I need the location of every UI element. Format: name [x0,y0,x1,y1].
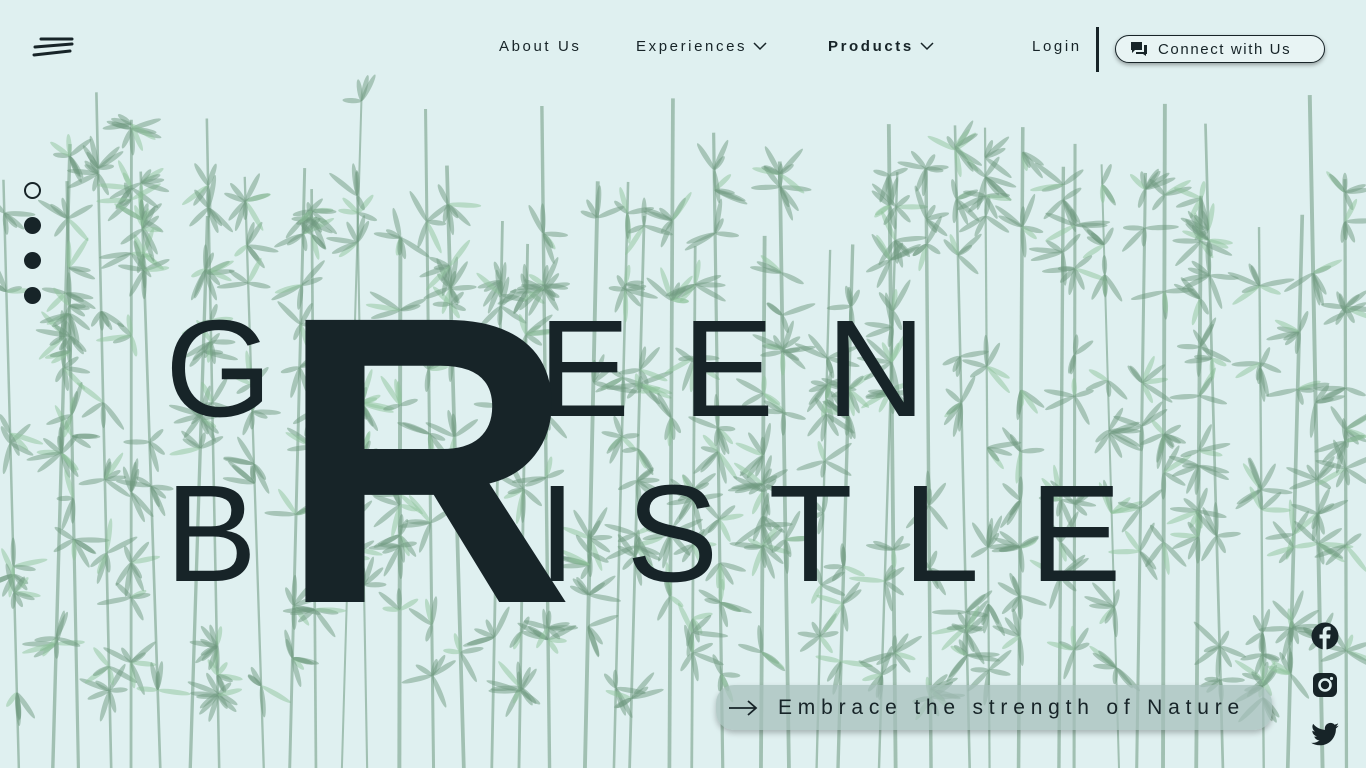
bamboo-leaf [1346,650,1366,668]
bamboo-leaf [1122,225,1145,231]
login-link[interactable]: Login [1032,38,1082,55]
nav-experiences[interactable]: Experiences [636,38,767,55]
bamboo-leaf [761,651,785,669]
chevron-down-icon [920,42,934,51]
bamboo-leaf [1265,388,1298,397]
bamboo-leaf [1071,378,1077,397]
bamboo-leaf [10,537,16,567]
nav-products[interactable]: Products [828,38,934,55]
bamboo-leaf [1345,454,1366,469]
bamboo-leaf [157,688,191,696]
bamboo-leaf [967,652,1000,658]
bamboo-leaf [1139,426,1145,452]
bamboo-leaf [1020,447,1045,454]
bamboo-leaf [751,184,781,191]
hero-word-een: EEN [538,292,978,446]
bamboo-leaf [1112,606,1119,638]
bamboo-leaf [1144,224,1179,231]
bamboo-leaf [1082,244,1105,259]
bamboo-leaf [988,669,1011,676]
slide-dot-active[interactable] [24,182,41,199]
bamboo-leaf [779,148,803,175]
nav-experiences-label: Experiences [636,38,748,55]
nav-products-label: Products [828,38,914,55]
bamboo-leaf [957,254,979,275]
bamboo-leaf [41,287,66,295]
bamboo-leaf [1216,531,1241,538]
embrace-nature-button[interactable]: Embrace the strength of Nature [716,685,1272,730]
cta-label: Embrace the strength of Nature [778,695,1245,719]
bamboo-leaf [970,667,989,673]
bamboo-leaf [889,167,908,177]
bamboo-leaf [715,231,740,238]
bamboo-leaf [342,97,362,104]
connect-with-us-button[interactable]: Connect with Us [1115,35,1325,63]
arrow-right-icon [729,699,758,716]
hero-letter-b: B [165,457,258,611]
bamboo-leaf [1063,169,1084,186]
bamboo-leaf [983,334,989,367]
slide-indicator [24,182,41,322]
instagram-icon[interactable] [1310,670,1340,700]
bamboo-leaf [67,204,93,219]
hero-letter-g: G [165,292,273,446]
chat-icon [1131,42,1147,56]
bamboo-leaf [588,615,619,627]
bamboo-leaf [1088,369,1108,381]
nav-about-us[interactable]: About Us [499,38,582,55]
bamboo-leaf [96,596,132,606]
connect-label: Connect with Us [1158,40,1292,58]
bamboo-leaf [248,281,271,289]
slide-dot[interactable] [24,217,41,234]
bamboo-leaf [123,439,150,445]
bamboo-leaf [358,212,378,222]
slide-dot[interactable] [24,252,41,269]
bamboo-stem [2,179,21,768]
bamboo-leaf [622,447,639,453]
bamboo-leaf [692,642,713,654]
bamboo-leaf [1220,677,1245,683]
bamboo-leaf [1313,259,1343,274]
bamboo-leaf [781,272,804,285]
bamboo-leaf [1176,344,1200,350]
login-label: Login [1032,38,1082,55]
bamboo-leaf [78,478,105,486]
twitter-icon[interactable] [1310,719,1340,749]
bamboo-leaf [1323,312,1346,325]
hero-big-letter-r: R [278,231,574,689]
bamboo-leaf [1169,394,1200,400]
bamboo-leaf [1130,290,1165,301]
bamboo-leaf [1232,285,1260,305]
bamboo-leaf [169,447,201,456]
facebook-icon[interactable] [1310,621,1340,651]
bamboo-leaf [1345,410,1366,430]
bamboo-stem [1072,143,1077,768]
nav-divider [1096,27,1099,72]
chevron-down-icon [753,42,767,51]
nav-about-label: About Us [499,38,582,55]
slide-dot[interactable] [24,287,41,304]
hero-word-istle: ISTLE [538,457,1172,611]
bamboo-leaf [1345,387,1366,397]
bamboo-leaf [1101,255,1108,275]
